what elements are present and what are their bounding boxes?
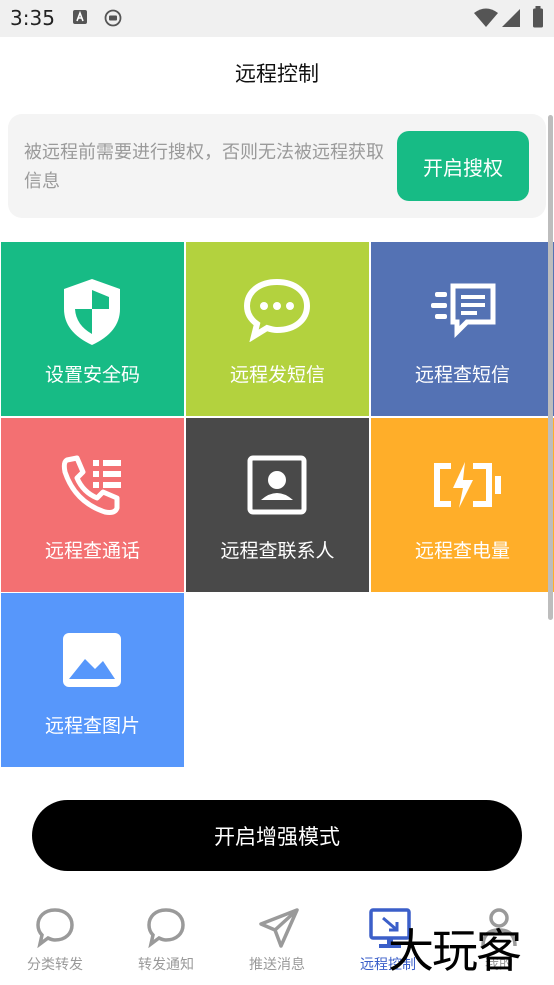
- tile-remote-check-photos[interactable]: 远程查图片: [1, 593, 184, 767]
- nav-item-push-message[interactable]: 推送消息: [222, 904, 332, 984]
- page-title: 远程控制: [235, 62, 319, 86]
- notification-a-icon: [73, 10, 87, 24]
- tile-label: 远程查通话: [44, 540, 140, 562]
- watermark-logo: 大玩客: [388, 924, 522, 978]
- tile-remote-check-calls[interactable]: 远程查通话: [1, 418, 184, 592]
- tile-label: 远程查联系人: [220, 540, 335, 562]
- shield-icon: [64, 279, 120, 345]
- tile-label: 远程查图片: [44, 715, 140, 737]
- nav-label: 转发通知: [138, 957, 194, 973]
- enable-authorization-button[interactable]: 开启搜权: [397, 131, 529, 201]
- battery-charging-icon: [434, 462, 501, 508]
- status-time: 3:35: [10, 6, 55, 30]
- chat-outline-icon: [36, 908, 74, 948]
- contact-card-icon: [247, 455, 307, 515]
- tile-set-security-code[interactable]: 设置安全码: [1, 242, 184, 416]
- tile-label: 设置安全码: [44, 364, 140, 386]
- message-list-icon: [431, 283, 496, 339]
- chat-outline-icon: [147, 908, 185, 948]
- tile-remote-check-sms[interactable]: 远程查短信: [371, 242, 554, 416]
- send-icon: [259, 908, 299, 948]
- tile-remote-check-contacts[interactable]: 远程查联系人: [186, 418, 369, 592]
- chat-bubble-icon: [244, 278, 310, 342]
- scrollbar[interactable]: [548, 115, 553, 620]
- nav-label: 分类转发: [27, 957, 83, 973]
- tile-label: 远程发短信: [229, 364, 325, 386]
- tile-remote-send-sms[interactable]: 远程发短信: [186, 242, 369, 416]
- chat-notification-icon: [104, 9, 122, 27]
- battery-icon: [533, 6, 543, 28]
- tile-remote-check-battery[interactable]: 远程查电量: [371, 418, 554, 592]
- enable-enhanced-mode-button[interactable]: 开启增强模式: [32, 800, 522, 871]
- wifi-icon: [474, 8, 498, 27]
- nav-label: 推送消息: [249, 957, 305, 973]
- tile-label: 远程查电量: [414, 540, 510, 562]
- tile-label: 远程查短信: [414, 364, 510, 386]
- nav-item-category-forward[interactable]: 分类转发: [0, 904, 110, 984]
- phone-log-icon: [61, 455, 121, 515]
- authorization-notice-text: 被远程前需要进行搜权，否则无法被远程获取信息: [24, 142, 384, 192]
- signal-icon: [502, 9, 520, 27]
- status-bar: 3:35: [0, 0, 554, 37]
- nav-item-forward-notification[interactable]: 转发通知: [111, 904, 221, 984]
- image-icon: [63, 633, 121, 687]
- authorization-notice-card: 被远程前需要进行搜权，否则无法被远程获取信息 开启搜权: [8, 114, 546, 218]
